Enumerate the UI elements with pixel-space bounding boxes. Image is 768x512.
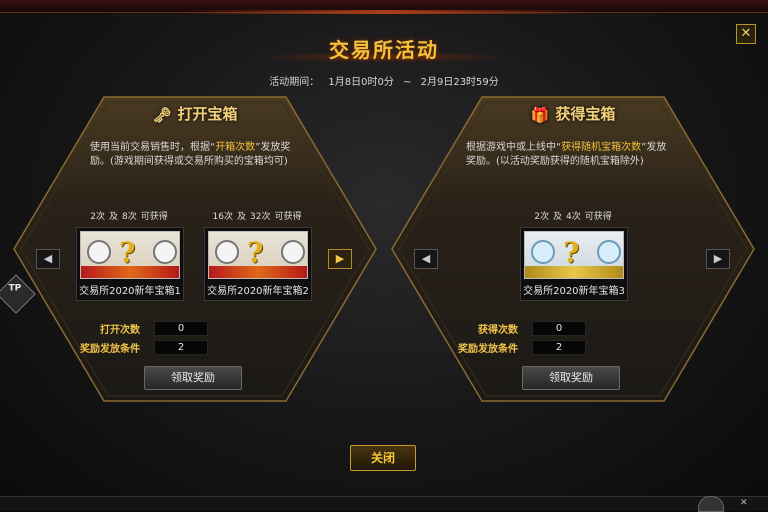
period-start: 1月8日0时0分: [328, 77, 394, 88]
item-stripe: [81, 266, 179, 278]
condition-3-suffix: 可获得: [584, 212, 612, 222]
dialog-title: 交易所活动: [329, 38, 439, 62]
get-chest-desc-pre: 根据游戏中或上线中“: [466, 142, 562, 153]
open-count-label: 打开次数: [100, 325, 140, 336]
question-mark-icon: ?: [119, 236, 136, 269]
reward-item-name: 交易所2020新年宝箱1: [79, 286, 181, 297]
condition-1-and: 及: [108, 212, 118, 222]
condition-1-count-a: 2次: [90, 212, 105, 222]
open-count-row: 打开次数 0: [64, 321, 264, 336]
condition-2-count-a: 16次: [212, 212, 233, 222]
reward-chest-image: ?: [80, 231, 180, 279]
prev-arrow-button[interactable]: ◀: [36, 249, 60, 269]
reward-item-name: 交易所2020新年宝箱3: [523, 286, 625, 297]
bottom-bar: [0, 496, 768, 511]
question-mark-icon: ?: [247, 236, 264, 269]
reward-condition-1: 2次及 8次 可获得: [76, 209, 182, 222]
item-stripe: [209, 266, 307, 278]
reward-item-name: 交易所2020新年宝箱2: [207, 286, 309, 297]
character-icon: [531, 240, 555, 264]
condition-1-count-b: 8次: [122, 212, 137, 222]
next-arrow-button[interactable]: ▶: [328, 249, 352, 269]
reward-condition-row: 奖励发放条件 2: [442, 340, 642, 355]
condition-1-suffix: 可获得: [140, 212, 168, 222]
get-chest-description: 根据游戏中或上线中“获得随机宝箱次数”发放奖励。(以活动奖励获得的随机宝箱除外): [466, 141, 672, 169]
get-chest-title-text: 获得宝箱: [555, 105, 616, 123]
character-icon: [87, 240, 111, 264]
character-icon: [281, 240, 305, 264]
get-count-label: 获得次数: [478, 325, 518, 336]
open-chest-desc-pre: 使用当前交易销售时，根据“: [90, 142, 216, 153]
claim-reward-button[interactable]: 领取奖励: [522, 366, 620, 390]
event-period: 活动期间： 1月8日0时0分 ~ 2月9日23时59分: [0, 73, 768, 88]
item-stripe: [525, 266, 623, 278]
open-chest-title-text: 打开宝箱: [177, 105, 238, 123]
reward-condition-value: 2: [532, 340, 586, 355]
reward-condition-row: 奖励发放条件 2: [64, 340, 264, 355]
condition-2-suffix: 可获得: [274, 212, 302, 222]
reward-condition-label: 奖励发放条件: [80, 344, 140, 355]
open-count-value: 0: [154, 321, 208, 336]
key-icon: 🗝: [152, 105, 172, 124]
character-icon: [215, 240, 239, 264]
open-chest-panel: 🗝 打开宝箱 使用当前交易销售时，根据“开箱次数”发放奖励。(游戏期间获得或交易所…: [12, 95, 378, 403]
open-chest-description: 使用当前交易销售时，根据“开箱次数”发放奖励。(游戏期间获得或交易所购买的宝箱均…: [90, 141, 310, 169]
reward-condition-label: 奖励发放条件: [458, 344, 518, 355]
reward-chest-image: ?: [208, 231, 308, 279]
period-label: 活动期间：: [269, 77, 320, 88]
period-separator: ~: [403, 77, 412, 88]
get-chest-desc-highlight: 获得随机宝箱次数: [561, 142, 642, 153]
get-count-row: 获得次数 0: [442, 321, 642, 336]
period-end: 2月9日23时59分: [420, 77, 499, 88]
next-arrow-button[interactable]: ▶: [706, 249, 730, 269]
condition-3-and: 及: [552, 212, 562, 222]
condition-3-count-b: 4次: [566, 212, 581, 222]
character-icon: [153, 240, 177, 264]
bottom-close-icon[interactable]: ✕: [740, 498, 748, 508]
reward-chest-image: ?: [524, 231, 624, 279]
get-count-value: 0: [532, 321, 586, 336]
reward-item-card-2[interactable]: ? 交易所2020新年宝箱2: [204, 227, 312, 301]
top-glow: [180, 10, 590, 14]
reward-item-card-1[interactable]: ? 交易所2020新年宝箱1: [76, 227, 184, 301]
reward-condition-value: 2: [154, 340, 208, 355]
game-window: ✕ ✕ 交易所活动 活动期间： 1月8日0时0分 ~ 2月9日23时59分 TP…: [0, 0, 768, 512]
character-icon: [597, 240, 621, 264]
get-chest-title: 🎁 获得宝箱: [390, 103, 756, 124]
open-chest-desc-highlight: 开箱次数: [215, 142, 256, 153]
open-chest-title: 🗝 打开宝箱: [12, 103, 378, 124]
claim-reward-button[interactable]: 领取奖励: [144, 366, 242, 390]
get-chest-panel: 🎁 获得宝箱 根据游戏中或上线中“获得随机宝箱次数”发放奖励。(以活动奖励获得的随…: [390, 95, 756, 403]
reward-condition-2: 16次及 32次 可获得: [204, 209, 310, 222]
question-mark-icon: ?: [563, 236, 580, 269]
condition-3-count-a: 2次: [534, 212, 549, 222]
reward-item-card-3[interactable]: ? 交易所2020新年宝箱3: [520, 227, 628, 301]
condition-2-count-b: 32次: [250, 212, 271, 222]
prev-arrow-button[interactable]: ◀: [414, 249, 438, 269]
condition-2-and: 及: [236, 212, 246, 222]
close-button[interactable]: 关闭: [350, 445, 416, 471]
gift-icon: 🎁: [530, 105, 550, 124]
reward-condition-3: 2次及 4次 可获得: [520, 209, 626, 222]
